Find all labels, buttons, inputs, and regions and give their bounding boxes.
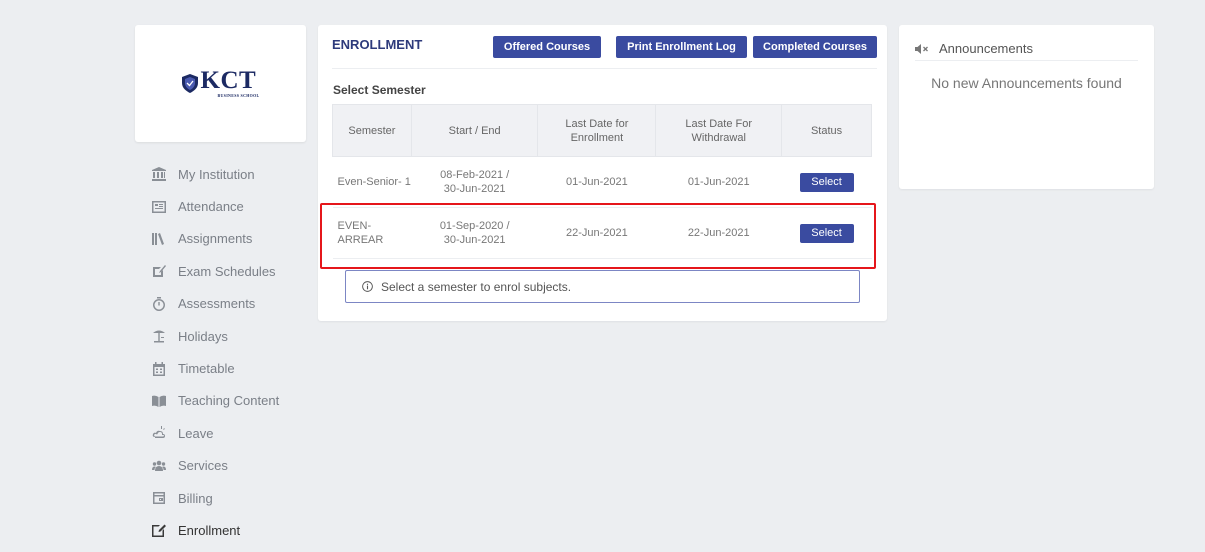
nav-item-holidays[interactable]: Holidays — [152, 320, 312, 352]
nav-label: Services — [178, 458, 228, 474]
nav-label: Assessments — [178, 296, 256, 312]
announcements-empty-message: No new Announcements found — [931, 75, 1122, 91]
select-semester-heading: Select Semester — [333, 83, 426, 97]
logo-card: KCT BUSINESS SCHOOL — [135, 25, 306, 142]
semester-table: Semester Start / End Last Date for Enrol… — [332, 104, 872, 259]
header-status: Status — [781, 104, 872, 157]
status-cell: Select — [781, 207, 872, 259]
attendance-icon — [152, 200, 166, 214]
nav-label: Exam Schedules — [178, 263, 276, 279]
start-date: 08-Feb-2021 / — [440, 169, 510, 181]
select-button[interactable]: Select — [799, 223, 854, 243]
shield-logo-icon — [181, 74, 198, 93]
enrollment-icon — [152, 523, 166, 538]
billing-icon — [152, 491, 166, 505]
start-end-cell: 08-Feb-2021 / 30-Jun-2021 — [411, 156, 538, 208]
nav-label: My Institution — [178, 166, 255, 182]
nav-label: Leave — [178, 425, 214, 441]
leave-icon — [152, 426, 166, 440]
semester-cell: Even-Senior- 1 — [332, 156, 412, 208]
start-date: 01-Sep-2020 / — [439, 220, 510, 232]
nav-label: Holidays — [178, 328, 228, 344]
nav-label: Timetable — [178, 361, 235, 377]
nav-item-services[interactable]: Services — [152, 450, 312, 482]
last-withdraw-cell: 01-Jun-2021 — [655, 156, 782, 208]
assessments-icon — [152, 296, 166, 311]
header-text: Last Date For Withdrawal — [685, 117, 753, 144]
divider — [332, 68, 877, 69]
info-text: Select a semester to enrol subjects. — [381, 279, 572, 294]
info-icon — [362, 281, 373, 292]
header-text: Last Date for Enrollment — [565, 117, 629, 144]
table-header-row: Semester Start / End Last Date for Enrol… — [332, 104, 872, 157]
nav-label: Billing — [178, 490, 213, 506]
sidebar-nav: My Institution Attendance Assignments Ex… — [152, 158, 312, 547]
enrollment-card: ENROLLMENT Offered Courses Print Enrollm… — [318, 25, 887, 321]
nav-item-my-institution[interactable]: My Institution — [152, 158, 312, 190]
announcements-header: Announcements — [915, 37, 1138, 61]
last-enroll-cell: 01-Jun-2021 — [537, 156, 656, 208]
nav-label: Attendance — [178, 199, 244, 215]
start-end-cell: 01-Sep-2020 / 30-Jun-2021 — [411, 207, 538, 259]
nav-item-attendance[interactable]: Attendance — [152, 190, 312, 222]
nav-item-enrollment[interactable]: Enrollment — [152, 514, 312, 546]
nav-label: Enrollment — [178, 522, 241, 538]
school-logo: KCT BUSINESS SCHOOL — [181, 66, 260, 98]
nav-item-teaching-content[interactable]: Teaching Content — [152, 385, 312, 417]
announcements-card: Announcements No new Announcements found — [899, 25, 1154, 189]
nav-item-billing[interactable]: Billing — [152, 482, 312, 514]
header-last-date-enrollment: Last Date for Enrollment — [537, 104, 657, 157]
nav-item-assessments[interactable]: Assessments — [152, 288, 312, 320]
nav-item-assignments[interactable]: Assignments — [152, 223, 312, 255]
select-button[interactable]: Select — [799, 172, 854, 192]
header-semester: Semester — [332, 104, 412, 157]
table-row: EVEN-ARREAR 01-Sep-2020 / 30-Jun-2021 22-… — [332, 207, 872, 259]
info-message: Select a semester to enrol subjects. — [345, 270, 860, 303]
timetable-icon — [152, 361, 166, 376]
nav-label: Assignments — [178, 231, 253, 247]
mute-icon — [915, 43, 928, 54]
last-enroll-cell: 22-Jun-2021 — [537, 207, 656, 259]
table-row: Even-Senior- 1 08-Feb-2021 /30-Jun-2021 … — [332, 156, 872, 208]
header-start-end: Start / End — [410, 104, 539, 157]
semester-cell: EVEN-ARREAR — [332, 207, 412, 259]
nav-item-leave[interactable]: Leave — [152, 417, 312, 449]
offered-courses-button[interactable]: Offered Courses — [493, 36, 601, 58]
nav-label: Teaching Content — [178, 393, 280, 409]
nav-item-timetable[interactable]: Timetable — [152, 352, 312, 384]
teaching-content-icon — [152, 394, 166, 408]
services-icon — [152, 459, 166, 473]
assignments-icon — [152, 232, 166, 246]
status-cell: Select — [781, 156, 872, 208]
exam-icon — [152, 264, 166, 278]
completed-courses-button[interactable]: Completed Courses — [753, 36, 877, 58]
last-withdraw-cell: 22-Jun-2021 — [655, 207, 782, 259]
announcements-title: Announcements — [939, 41, 1033, 56]
enrollment-title: ENROLLMENT — [332, 37, 423, 52]
header-last-date-withdrawal: Last Date For Withdrawal — [655, 104, 783, 157]
print-enrollment-log-button[interactable]: Print Enrollment Log — [616, 36, 747, 58]
end-date: 30-Jun-2021 — [443, 234, 506, 246]
institution-icon — [152, 167, 166, 182]
nav-item-exam-schedules[interactable]: Exam Schedules — [152, 255, 312, 287]
logo-subtext: BUSINESS SCHOOL — [217, 92, 260, 98]
holidays-icon — [152, 329, 166, 343]
end-date: 30-Jun-2021 — [443, 183, 506, 195]
logo-text: KCT — [200, 66, 257, 94]
